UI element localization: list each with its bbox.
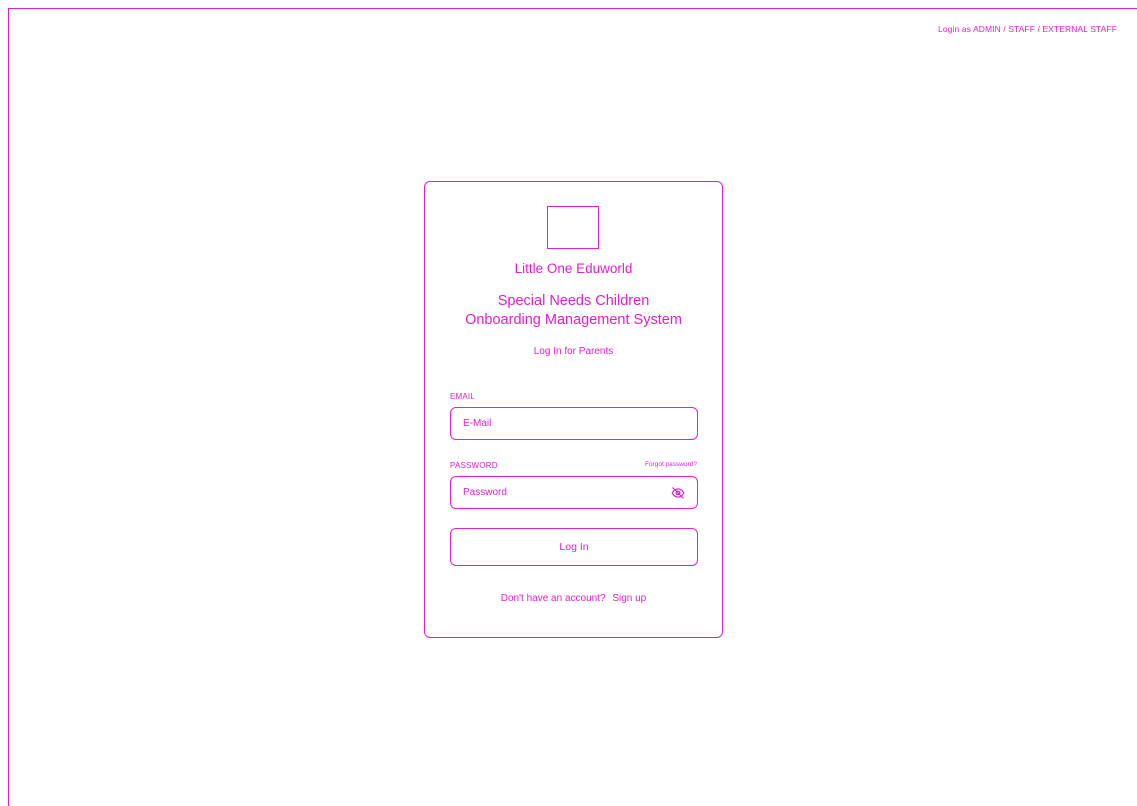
password-label: PASSWORD [450,461,498,470]
no-account-text: Don't have an account? [500,593,606,604]
login-button[interactable]: Log In [450,528,698,566]
system-title: Special Needs Children Onboarding Manage… [425,292,722,330]
login-subtitle: Log In for Parents [533,346,614,357]
organization-name: Little One Eduworld [514,261,633,276]
logo-placeholder [547,206,599,249]
email-label: EMAIL [450,392,476,401]
email-field[interactable]: E-Mail [450,407,698,440]
password-field[interactable]: Password [450,476,698,509]
email-placeholder: E-Mail [463,418,492,429]
signup-row: Don't have an account? Sign up [425,593,722,604]
password-placeholder: Password [463,487,507,498]
system-title-line2: Onboarding Management System [465,312,682,328]
staff-login-link[interactable]: Login as ADMIN / STAFF / EXTERNAL STAFF [938,24,1117,34]
signup-link[interactable]: Sign up [612,593,646,604]
forgot-password-link[interactable]: Forgot password? [645,461,697,468]
login-card: Little One Eduworld Special Needs Childr… [424,181,723,638]
system-title-line1: Special Needs Children [497,293,650,309]
eye-off-icon[interactable] [671,486,685,500]
